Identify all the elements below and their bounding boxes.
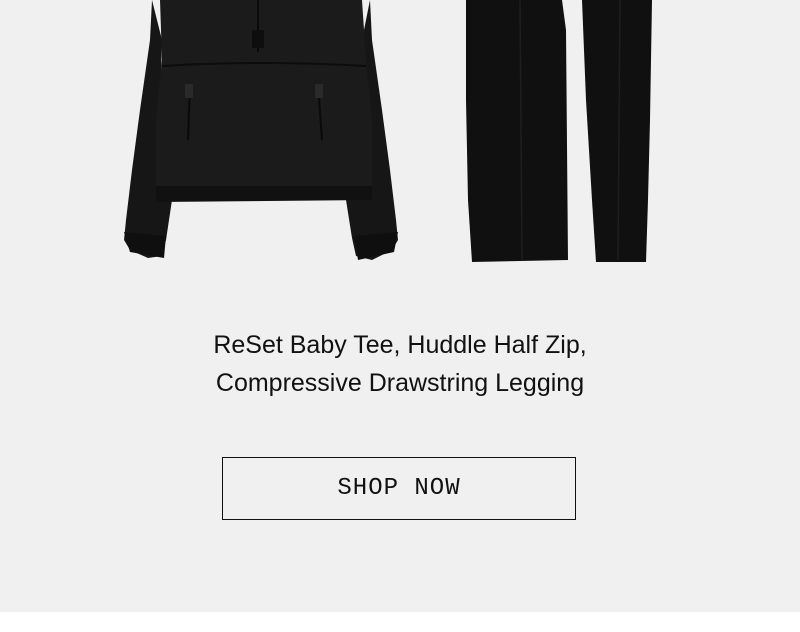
caption-line-2: Compressive Drawstring Legging <box>215 369 585 397</box>
shop-now-button[interactable]: SHOP NOW <box>222 457 576 520</box>
product-image[interactable] <box>0 0 800 290</box>
half-zip-jacket-image <box>124 0 398 260</box>
product-caption: ReSet Baby Tee, Huddle Half Zip, Compres… <box>0 326 800 402</box>
caption-line-1: ReSet Baby Tee, Huddle Half Zip, <box>213 331 587 359</box>
product-card: ReSet Baby Tee, Huddle Half Zip, Compres… <box>0 0 800 612</box>
bottom-divider <box>0 612 800 632</box>
drawstring-legging-image <box>466 0 652 262</box>
